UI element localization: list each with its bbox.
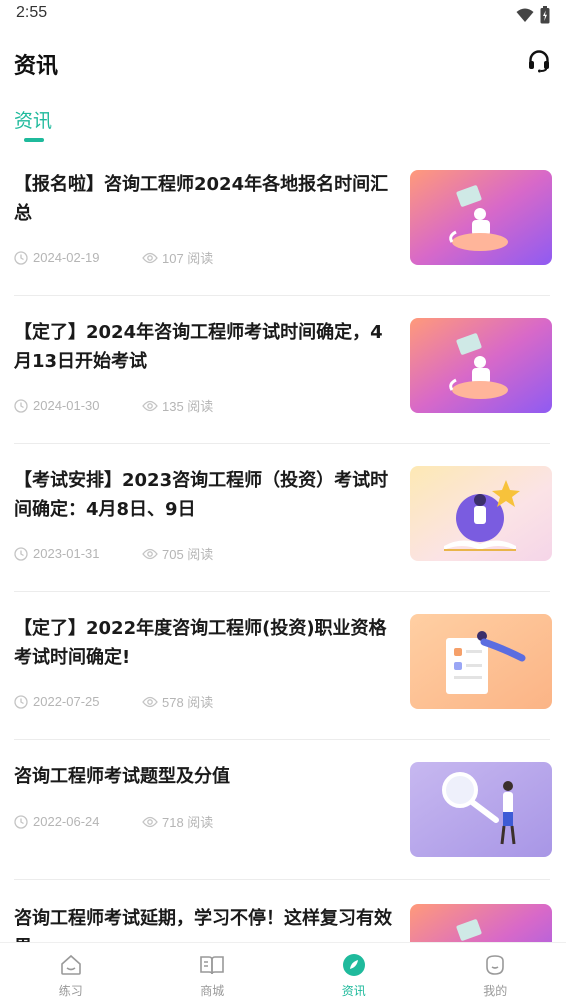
article-date: 2022-07-25 [14, 694, 142, 709]
rocket-rider-illustration [410, 170, 552, 265]
book-icon [200, 956, 225, 975]
article-title: 【考试安排】2023咨询工程师（投资）考试时间确定：4月8日、9日 [14, 470, 389, 520]
nav-mall-label: 商城 [200, 984, 225, 998]
article-date: 2023-01-31 [14, 546, 142, 561]
nav-news-label: 资讯 [341, 984, 366, 998]
article-meta: 2023-01-31 705 阅读 [14, 544, 213, 563]
article-views: 718 阅读 [142, 812, 213, 831]
nav-news[interactable]: 资讯 [283, 943, 425, 1008]
document-flyer-illustration [410, 614, 552, 709]
nav-mine[interactable]: 我的 [425, 943, 566, 1008]
article-date: 2022-06-24 [14, 814, 142, 829]
rocket-rider-illustration [410, 904, 552, 942]
clock-icon [14, 814, 28, 829]
eye-icon [142, 816, 158, 827]
article-views: 578 阅读 [142, 692, 213, 711]
article-item[interactable]: 【报名啦】咨询工程师2024年各地报名时间汇总 2024-02-19 107 阅… [14, 148, 552, 296]
status-icons [516, 6, 550, 24]
article-meta: 2024-01-30 135 阅读 [14, 396, 213, 415]
clock-icon [14, 250, 28, 265]
article-views: 135 阅读 [142, 396, 213, 415]
tab-bar: 资讯 [14, 106, 52, 146]
article-title: 【定了】2024年咨询工程师考试时间确定，4月13日开始考试 [14, 322, 383, 372]
article-date: 2024-01-30 [14, 398, 142, 413]
article-meta: 2022-06-24 718 阅读 [14, 812, 213, 831]
eye-icon [142, 400, 158, 411]
status-bar: 2:55 [0, 0, 566, 30]
article-views: 107 阅读 [142, 248, 213, 267]
article-meta: 2022-07-25 578 阅读 [14, 692, 213, 711]
nav-practice-label: 练习 [58, 984, 83, 998]
profile-icon [486, 955, 505, 975]
article-title: 咨询工程师考试延期，学习不停！这样复习有效果 [14, 908, 392, 942]
eye-icon [142, 696, 158, 707]
article-title: 【报名啦】咨询工程师2024年各地报名时间汇总 [14, 174, 389, 224]
bottom-nav: 练习 商城 资讯 我的 [0, 942, 566, 1008]
nav-mine-label: 我的 [483, 984, 508, 998]
article-date-text: 2024-01-30 [33, 398, 100, 413]
article-title: 咨询工程师考试题型及分值 [14, 766, 230, 787]
clock-icon [14, 398, 28, 413]
eye-icon [142, 252, 158, 263]
page-title: 资讯 [14, 54, 59, 79]
article-views-text: 135 阅读 [162, 399, 214, 414]
nav-mall[interactable]: 商城 [142, 943, 284, 1008]
article-list[interactable]: 【报名啦】咨询工程师2024年各地报名时间汇总 2024-02-19 107 阅… [0, 148, 566, 942]
article-title: 【定了】2022年度咨询工程师(投资)职业资格考试时间确定! [14, 618, 387, 668]
nav-practice[interactable]: 练习 [0, 943, 142, 1008]
article-item[interactable]: 【定了】2024年咨询工程师考试时间确定，4月13日开始考试 2024-01-3… [14, 296, 552, 444]
customer-service-button[interactable] [526, 48, 552, 74]
article-item[interactable]: 咨询工程师考试延期，学习不停！这样复习有效果 [14, 882, 552, 942]
article-meta: 2024-02-19 107 阅读 [14, 248, 213, 267]
article-date-text: 2022-06-24 [33, 814, 100, 829]
article-views-text: 718 阅读 [162, 815, 214, 830]
clock-icon [14, 694, 28, 709]
article-views-text: 705 阅读 [162, 547, 214, 562]
compass-icon [342, 954, 365, 976]
article-date: 2024-02-19 [14, 250, 142, 265]
headset-icon [529, 50, 549, 73]
header: 资讯 [0, 40, 566, 84]
rocket-rider-illustration [410, 318, 552, 413]
article-item[interactable]: 咨询工程师考试题型及分值 2022-06-24 718 阅读 [14, 740, 552, 880]
divider [14, 879, 550, 880]
tab-indicator [24, 138, 44, 142]
article-date-text: 2023-01-31 [33, 546, 100, 561]
wifi-icon [516, 8, 534, 22]
magnifier-person-illustration [410, 762, 552, 857]
star-book-illustration [410, 466, 552, 561]
article-date-text: 2022-07-25 [33, 694, 100, 709]
battery-icon [540, 6, 550, 24]
tab-news[interactable]: 资讯 [14, 106, 52, 133]
status-time: 2:55 [16, 4, 48, 21]
article-item[interactable]: 【定了】2022年度咨询工程师(投资)职业资格考试时间确定! 2022-07-2… [14, 592, 552, 740]
article-views-text: 107 阅读 [162, 251, 214, 266]
article-views: 705 阅读 [142, 544, 213, 563]
clock-icon [14, 546, 28, 561]
practice-icon [60, 954, 81, 975]
article-date-text: 2024-02-19 [33, 250, 100, 265]
article-item[interactable]: 【考试安排】2023咨询工程师（投资）考试时间确定：4月8日、9日 2023-0… [14, 444, 552, 592]
article-views-text: 578 阅读 [162, 695, 214, 710]
eye-icon [142, 548, 158, 559]
